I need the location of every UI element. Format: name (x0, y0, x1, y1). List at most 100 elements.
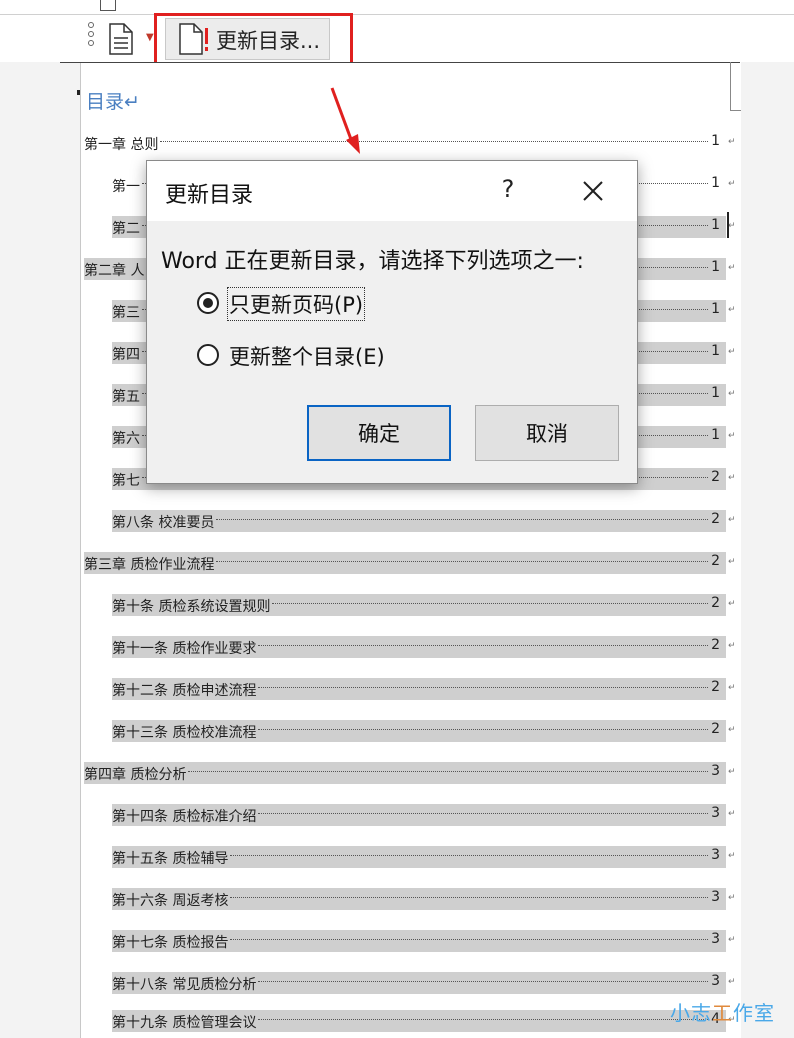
toc-section-entry[interactable]: 第十六条 周返考核 3 (112, 888, 726, 910)
toc-leader-dots (216, 561, 708, 562)
close-icon[interactable] (575, 173, 611, 209)
toc-document-icon[interactable] (106, 22, 136, 56)
toc-section-entry[interactable]: 第十二条 质检申述流程 2 (112, 678, 726, 700)
toc-entry-text: 第四 (112, 347, 140, 363)
toc-leader-dots (230, 939, 708, 940)
toc-entry-text: 第三章 质检作业流程 (84, 557, 215, 573)
toc-page-number: 1 (711, 133, 720, 149)
toc-page-number: 3 (711, 973, 720, 989)
toc-leader-dots (258, 981, 708, 982)
toc-entry-text: 第一 (112, 179, 140, 195)
paragraph-return-icon: ↵ (728, 977, 736, 987)
paragraph-return-icon: ↵ (728, 431, 736, 441)
toc-page-number: 1 (711, 385, 720, 401)
toc-entry-text: 第十四条 质检标准介绍 (112, 809, 257, 825)
paragraph-return-icon: ↵ (728, 683, 736, 693)
toc-section-entry[interactable]: 第十条 质检系统设置规则 2 (112, 594, 726, 616)
toc-section-entry[interactable]: 第十四条 质检标准介绍 3 (112, 804, 726, 826)
toc-page-number: 2 (711, 679, 720, 695)
radio-button-unchecked[interactable] (197, 344, 219, 366)
toc-page-number: 2 (711, 595, 720, 611)
radio-label-entire-toc[interactable]: 更新整个目录(E) (229, 341, 385, 371)
toc-section-entry[interactable]: 第十五条 质检辅导 3 (112, 846, 726, 868)
radio-button-checked[interactable] (197, 292, 219, 314)
toc-entry-text: 第十八条 常见质检分析 (112, 977, 257, 993)
toc-page-number: 2 (711, 469, 720, 485)
grip-handle-icon[interactable] (88, 22, 94, 46)
paragraph-return-icon: ↵ (728, 893, 736, 903)
toc-entry-text: 第十五条 质检辅导 (112, 851, 229, 867)
toc-page-number: 1 (711, 259, 720, 275)
paragraph-mark (77, 90, 80, 95)
toc-section-entry[interactable]: 第十三条 质检校准流程 2 (112, 720, 726, 742)
checkbox-icon[interactable] (100, 0, 116, 11)
paragraph-return-icon: ↵ (728, 599, 736, 609)
toc-entry-text: 第一章 总则 (84, 137, 159, 153)
toc-leader-dots (258, 687, 708, 688)
toc-entry-text: 第十六条 周返考核 (112, 893, 229, 909)
paragraph-return-icon: ↵ (728, 851, 736, 861)
toc-leader-dots (230, 855, 708, 856)
toc-heading: 目录↵ (86, 91, 140, 113)
toc-entry-text: 第十七条 质检报告 (112, 935, 229, 951)
paragraph-return-icon: ↵ (728, 473, 736, 483)
toc-page-number: 1 (711, 301, 720, 317)
toc-leader-dots (272, 603, 708, 604)
paragraph-return-icon: ↵ (728, 641, 736, 651)
toc-section-entry[interactable]: 第十九条 质检管理会议 4 (112, 1010, 726, 1032)
paragraph-return-icon: ↵ (728, 515, 736, 525)
paragraph-return-icon: ↵ (728, 221, 736, 231)
toc-leader-dots (258, 645, 708, 646)
toc-page-number: 1 (711, 427, 720, 443)
toc-section-entry[interactable]: 第十一条 质检作业要求 2 (112, 636, 726, 658)
toc-leader-dots (230, 897, 708, 898)
toc-page-number: 3 (711, 763, 720, 779)
paragraph-return-icon: ↵ (728, 725, 736, 735)
toc-leader-dots (258, 729, 708, 730)
paragraph-return-icon: ↵ (728, 935, 736, 945)
toc-page-number: 2 (711, 553, 720, 569)
paragraph-return-icon: ↵ (728, 137, 736, 147)
toc-chapter-entry[interactable]: 第三章 质检作业流程 2 (84, 552, 726, 574)
toc-entry-text: 第十九条 质检管理会议 (112, 1015, 257, 1031)
toc-entry-text: 第八条 校准要员 (112, 515, 215, 531)
toc-page-number: 2 (711, 511, 720, 527)
toc-section-entry[interactable]: 第八条 校准要员 2 (112, 510, 726, 532)
toc-entry-text: 第四章 质检分析 (84, 767, 187, 783)
ok-button[interactable]: 确定 (307, 405, 451, 461)
dialog-titlebar[interactable]: 更新目录 ? (147, 161, 637, 221)
toc-page-number: 3 (711, 805, 720, 821)
toc-page-number: 1 (711, 343, 720, 359)
toc-page-number: 3 (711, 931, 720, 947)
toc-entry-text: 第十三条 质检校准流程 (112, 725, 257, 741)
watermark-part2: 工 (712, 1001, 733, 1025)
toc-entry-text: 第七 (112, 473, 140, 489)
paragraph-return-icon: ↵ (728, 263, 736, 273)
paragraph-return-icon: ↵ (728, 179, 736, 189)
toc-entry-text: 第二 (112, 221, 140, 237)
toc-page-number: 1 (711, 217, 720, 233)
toc-leader-dots (216, 519, 708, 520)
annotation-arrow-icon (330, 87, 360, 154)
radio-label-page-numbers[interactable]: 只更新页码(P) (226, 287, 366, 321)
text-cursor (727, 212, 729, 238)
toc-entry-text: 第十二条 质检申述流程 (112, 683, 257, 699)
paragraph-return-icon: ↵ (728, 305, 736, 315)
toc-page-number: 3 (711, 847, 720, 863)
toc-chapter-entry[interactable]: 第一章 总则 1 (84, 132, 726, 154)
paragraph-return-icon: ↵ (728, 809, 736, 819)
toc-entry-text: 第二章 人 (84, 263, 145, 279)
toc-entry-text: 第六 (112, 431, 140, 447)
toc-chapter-entry[interactable]: 第四章 质检分析 3 (84, 762, 726, 784)
toolbar-divider (0, 14, 794, 15)
chevron-down-icon[interactable]: ▼ (146, 32, 154, 43)
update-toc-dialog: 更新目录 ? Word 正在更新目录，请选择下列选项之一: 只更新页码(P) 更… (146, 160, 638, 484)
toc-section-entry[interactable]: 第十七条 质检报告 3 (112, 930, 726, 952)
help-button[interactable]: ? (493, 175, 523, 203)
toc-leader-dots (258, 813, 708, 814)
watermark-part3: 作室 (733, 1001, 775, 1025)
paragraph-return-icon: ↵ (728, 557, 736, 567)
watermark: 小志工作室 (670, 997, 775, 1026)
toc-section-entry[interactable]: 第十八条 常见质检分析 3 (112, 972, 726, 994)
cancel-button[interactable]: 取消 (475, 405, 619, 461)
